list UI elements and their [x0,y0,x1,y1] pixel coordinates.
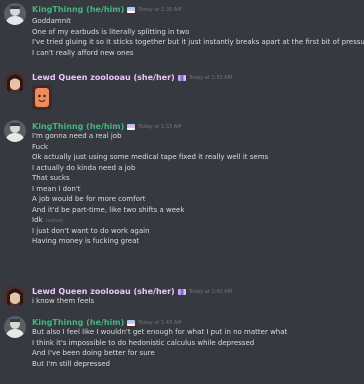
message-text: A job would be for more comfort [32,195,146,203]
timestamp: Today at 1:33 AM [188,75,232,81]
chat-messages: KingThinng (he/him) Today at 1:30 AM God… [0,0,364,384]
message-header: KingThinng (he/him) Today at 1:30 AM [32,4,182,16]
avatar[interactable] [4,120,26,142]
message-text: I'm gonna need a real job [32,132,122,140]
avatar[interactable] [4,3,26,25]
message-text: I think it's impossible to do hedonistic… [32,338,255,347]
message-text: i know them feels [32,297,95,305]
pride-flag-icon [177,75,186,81]
message-text: But I'm still depressed [32,359,110,368]
pride-flag-icon [177,289,186,295]
avatar[interactable] [4,285,26,307]
message-text: I've tried gluing it so it sticks togeth… [32,38,364,46]
message-text: Ok actually just using some medical tape… [32,153,269,161]
pride-flag-icon [127,7,136,13]
message-text: One of my earbuds is literally splitting… [32,27,190,36]
timestamp: Today at 1:30 AM [138,7,182,13]
message-text: But also I feel like I wouldn't get enou… [32,328,288,336]
pride-flag-icon [127,124,136,130]
message-text: And it'd be part-time, like two shifts a… [32,205,185,214]
message-header: Lewd Queen zoolooau (she/her) Today at 1… [32,72,232,84]
message-text: Idk [32,216,43,224]
timestamp: Today at 1:33 AM [138,124,182,130]
avatar[interactable] [4,316,26,338]
pride-flag-icon [127,320,136,326]
edited-label: (edited) [45,219,64,224]
message-text: Goddamnit [32,17,71,25]
message-text: And I've been doing better for sure [32,349,155,357]
avatar[interactable] [4,71,26,93]
message-text: I just don't want to do work again [32,226,150,235]
message-text: I actually do kinda need a job [32,163,136,172]
timestamp: Today at 1:42 AM [188,289,232,295]
sticker-image[interactable] [32,85,52,110]
username[interactable]: Lewd Queen zoolooau (she/her) [32,72,175,84]
message-text: I mean I don't [32,184,81,193]
message-text: Fuck [32,142,48,151]
username[interactable]: KingThinng (he/him) [32,4,124,16]
message-text: That sucks [32,174,70,182]
message-text: I can't really afford new ones [32,48,134,57]
message-text: Having money is fucking great [32,237,140,245]
